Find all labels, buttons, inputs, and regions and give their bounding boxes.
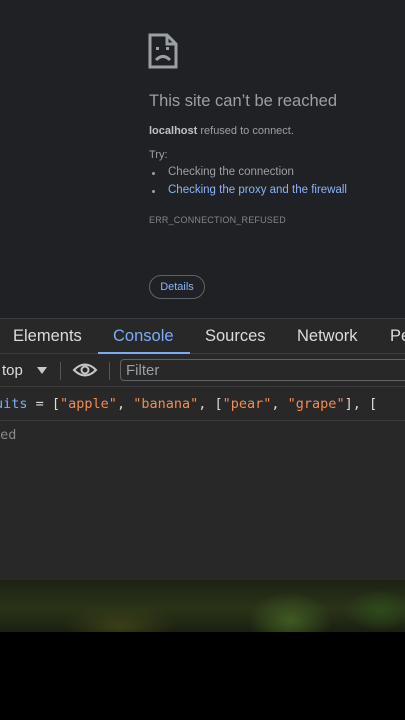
- toolbar-divider: [60, 362, 61, 380]
- code-punct: ], [: [344, 396, 378, 412]
- devtools-panel: Elements Console Sources Network Pe top …: [0, 318, 405, 580]
- black-bar: [0, 632, 405, 720]
- code-identifier: uits: [0, 396, 28, 412]
- tab-elements[interactable]: Elements: [13, 327, 82, 346]
- tab-performance[interactable]: Pe: [390, 327, 405, 346]
- devtools-tabbar: Elements Console Sources Network Pe: [0, 318, 405, 354]
- console-code: uits = ["apple", "banana", ["pear", "gra…: [0, 396, 377, 412]
- tab-network[interactable]: Network: [297, 327, 358, 346]
- details-button[interactable]: Details: [149, 275, 205, 299]
- code-string: "pear": [222, 396, 272, 412]
- code-string: "apple": [60, 396, 117, 412]
- sad-document-icon: [148, 33, 178, 69]
- code-punct: , [: [198, 396, 223, 412]
- filter-input[interactable]: [120, 359, 405, 381]
- error-page: This site can’t be reached localhost ref…: [0, 0, 405, 318]
- error-title: This site can’t be reached: [149, 92, 338, 110]
- tab-console[interactable]: Console: [113, 327, 174, 346]
- error-description: localhost refused to connect.: [149, 125, 294, 137]
- dropdown-arrow-icon[interactable]: [37, 367, 47, 374]
- code-punct: = [: [27, 396, 61, 412]
- context-selector[interactable]: top: [2, 362, 23, 379]
- code-string: "grape": [287, 396, 345, 412]
- console-toolbar: top: [0, 354, 405, 387]
- error-code: ERR_CONNECTION_REFUSED: [149, 215, 286, 225]
- background-video-strip: [0, 580, 405, 632]
- console-result: ned: [0, 427, 17, 443]
- suggestion-check-proxy-link[interactable]: Checking the proxy and the firewall: [152, 184, 347, 196]
- tab-sources[interactable]: Sources: [205, 327, 266, 346]
- code-punct: ,: [116, 396, 134, 412]
- error-host: localhost: [149, 125, 198, 137]
- try-label: Try:: [149, 149, 168, 161]
- suggestion-check-connection: Checking the connection: [152, 166, 294, 178]
- error-description-text: refused to connect.: [197, 125, 294, 137]
- console-input-line[interactable]: uits = ["apple", "banana", ["pear", "gra…: [0, 387, 405, 421]
- code-string: "banana": [133, 396, 199, 412]
- toolbar-divider: [109, 362, 110, 380]
- code-punct: ,: [271, 396, 288, 412]
- eye-icon[interactable]: [72, 361, 98, 379]
